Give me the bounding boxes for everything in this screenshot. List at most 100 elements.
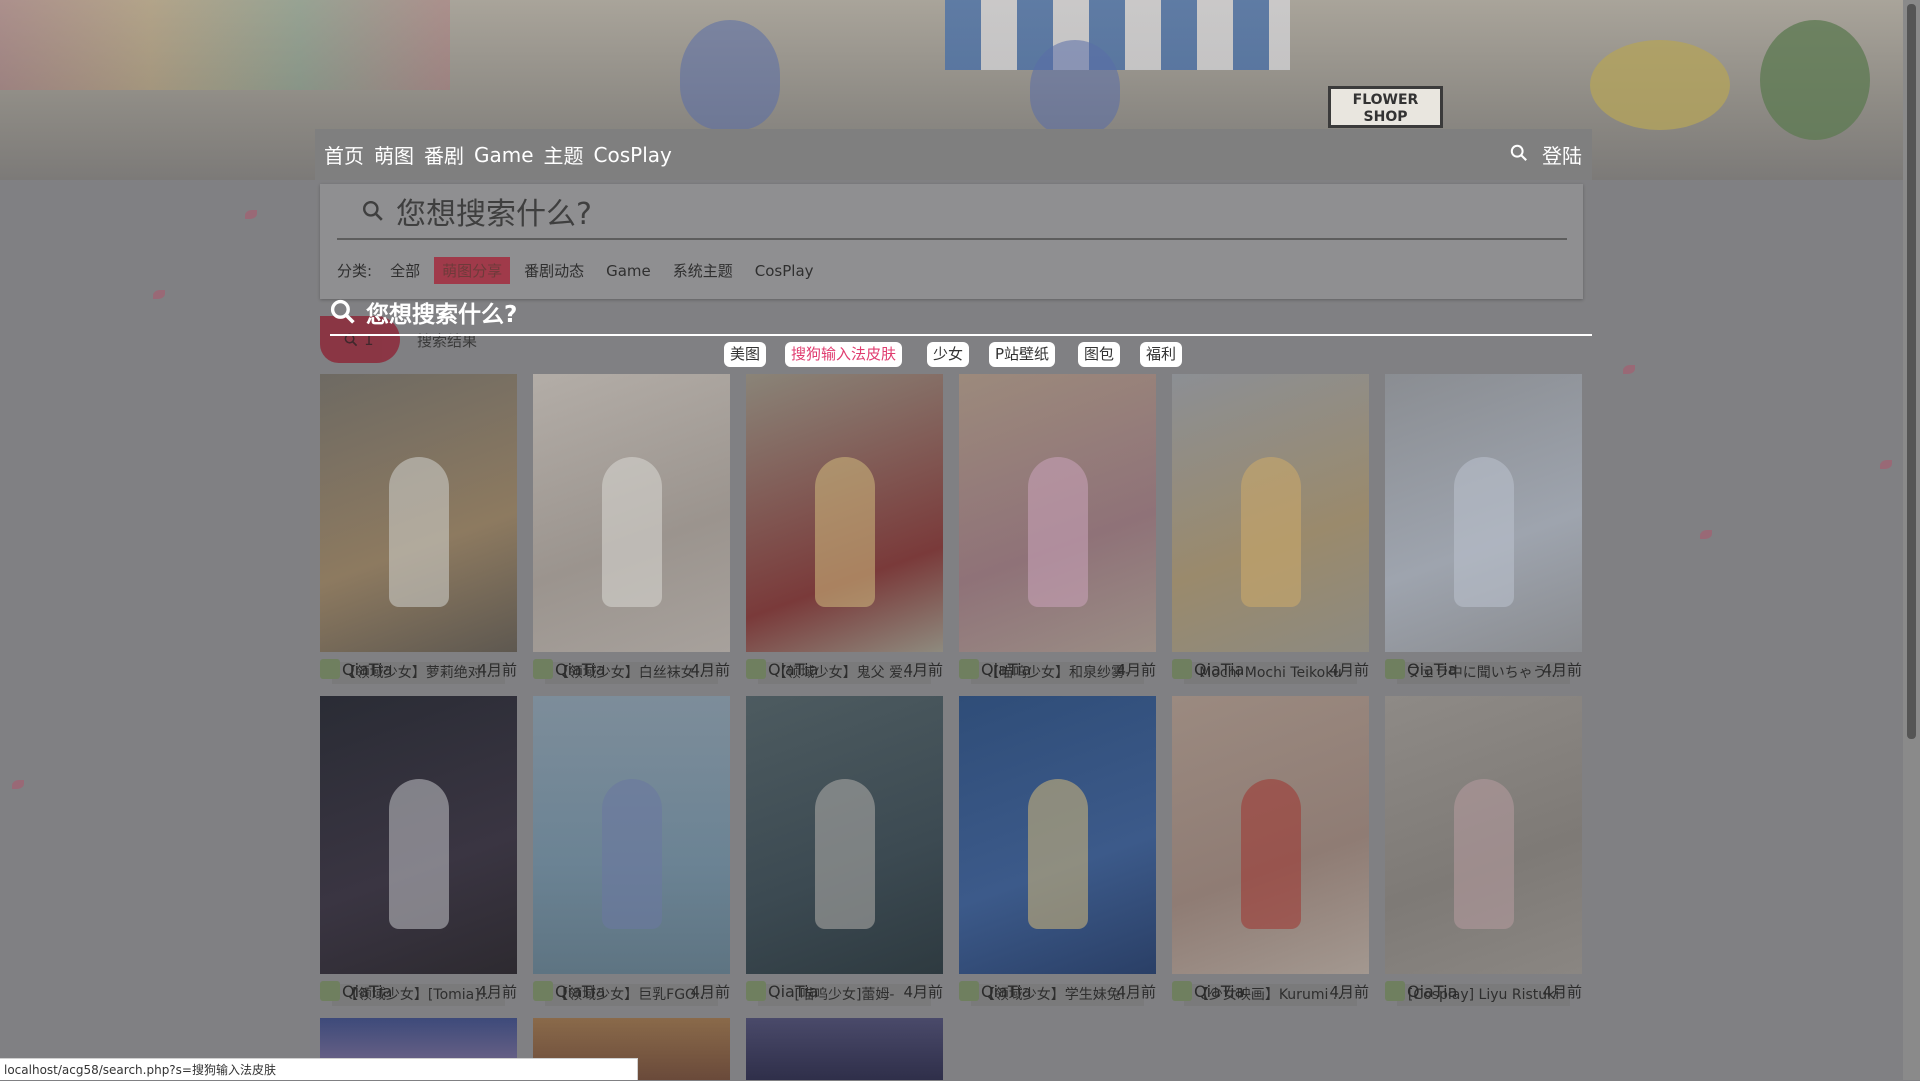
bunting-decoration — [0, 0, 450, 90]
post-thumbnail[interactable] — [533, 374, 730, 652]
avatar-icon — [320, 659, 340, 679]
flowers-decoration — [1590, 40, 1730, 130]
post-thumbnail[interactable] — [1172, 696, 1369, 974]
status-bar-url: localhost/acg58/search.php?s=搜狗输入法皮肤 — [0, 1058, 638, 1080]
post-thumbnail[interactable] — [1385, 374, 1582, 652]
search-icon — [330, 299, 355, 324]
avatar-icon — [959, 659, 979, 679]
post-card[interactable]: [Cosplay] Liyu Ristuki QiaTia 4月前 — [1385, 696, 1582, 1006]
tree-decoration — [1760, 20, 1870, 140]
post-card[interactable]: 【领域少女】学生妹兔... QiaTia 4月前 — [959, 696, 1156, 1006]
avatar-icon — [1385, 981, 1405, 1001]
category-moe-share[interactable]: 萌图分享 — [434, 257, 511, 284]
post-thumbnail[interactable] — [533, 696, 730, 974]
nav-game[interactable]: Game — [474, 143, 534, 167]
post-thumbnail[interactable] — [746, 696, 943, 974]
nav-anime[interactable]: 番剧 — [424, 140, 464, 169]
category-system-themes[interactable]: 系统主题 — [673, 260, 733, 281]
nav-cosplay[interactable]: CosPlay — [594, 143, 672, 167]
post-author[interactable]: QiaTia — [342, 982, 477, 1001]
tag-image-pack[interactable]: 图包 — [1078, 342, 1121, 367]
post-time: 4月前 — [1116, 982, 1156, 1001]
search-icon — [362, 200, 384, 222]
character-illustration — [680, 20, 780, 130]
page-scrollbar[interactable] — [1903, 0, 1920, 1080]
post-time: 4月前 — [690, 660, 730, 679]
nav-home[interactable]: 首页 — [324, 140, 364, 169]
post-time: 4月前 — [1329, 982, 1369, 1001]
tag-pixiv-wallpaper[interactable]: P站壁纸 — [989, 342, 1056, 367]
category-filter: 分类: 全部 萌图分享 番剧动态 Game 系统主题 CosPlay — [337, 257, 836, 284]
scrollbar-thumb[interactable] — [1907, 4, 1916, 739]
tag-sogou-skin[interactable]: 搜狗输入法皮肤 — [785, 342, 903, 367]
petal-decoration — [245, 210, 257, 219]
post-meta: QiaTia 4月前 — [959, 658, 1156, 680]
post-thumbnail[interactable] — [1172, 374, 1369, 652]
post-author[interactable]: QiaTia — [555, 982, 690, 1001]
tag-beauty[interactable]: 美图 — [724, 342, 767, 367]
post-meta: QiaTia 4月前 — [1385, 980, 1582, 1002]
post-author[interactable]: QiaTia — [555, 660, 690, 679]
nav-moe-images[interactable]: 萌图 — [374, 140, 414, 169]
login-link[interactable]: 登陆 — [1542, 140, 1582, 169]
petal-decoration — [153, 290, 165, 299]
top-navbar: 首页 萌图 番剧 Game 主题 CosPlay 登陆 — [315, 129, 1592, 180]
search-panel: 您想搜索什么? 分类: 全部 萌图分享 番剧动态 Game 系统主题 CosPl… — [320, 184, 1583, 299]
overlay-search-placeholder: 您想搜索什么? — [366, 302, 518, 328]
post-card[interactable]: Mochi Mochi Teikoku QiaTia 4月前 — [1172, 374, 1369, 684]
post-card[interactable]: 【领域少女】萝莉绝对... QiaTia 4月前 — [320, 374, 517, 684]
post-meta: QiaTia 4月前 — [959, 980, 1156, 1002]
avatar-icon — [1385, 659, 1405, 679]
post-card[interactable]: 【领域少女】[Tomia]... QiaTia 4月前 — [320, 696, 517, 1006]
post-thumbnail[interactable] — [746, 374, 943, 652]
post-thumbnail[interactable] — [1385, 696, 1582, 974]
category-all[interactable]: 全部 — [390, 260, 420, 281]
post-author[interactable]: QiaTia — [1194, 660, 1329, 679]
search-input[interactable]: 您想搜索什么? — [337, 184, 1567, 240]
post-thumbnail[interactable] — [320, 696, 517, 974]
post-author[interactable]: QiaTia — [768, 660, 903, 679]
flower-shop-sign: FLOWER SHOP — [1328, 86, 1443, 128]
post-author[interactable]: QiaTia — [981, 982, 1116, 1001]
post-card[interactable]: 【领域少女】白丝袜女... QiaTia 4月前 — [533, 374, 730, 684]
shop-awning-decoration — [945, 0, 1290, 70]
post-author[interactable]: QiaTia — [1194, 982, 1329, 1001]
nav-themes[interactable]: 主题 — [544, 140, 584, 169]
post-thumbnail[interactable] — [959, 696, 1156, 974]
avatar-icon — [959, 981, 979, 1001]
search-placeholder: 您想搜索什么? — [396, 197, 592, 232]
tag-girl[interactable]: 少女 — [927, 342, 970, 367]
post-author[interactable]: QiaTia — [342, 660, 477, 679]
post-meta: QiaTia 4月前 — [533, 980, 730, 1002]
post-meta: QiaTia 4月前 — [746, 658, 943, 680]
post-card[interactable]: 【少女映画】Kurumi ... QiaTia 4月前 — [1172, 696, 1369, 1006]
search-icon[interactable] — [1510, 143, 1528, 167]
post-card[interactable]: フェラ中に聞いちゃう... QiaTia 4月前 — [1385, 374, 1582, 684]
post-card[interactable]: 【领域少女】鬼父 爱... QiaTia 4月前 — [746, 374, 943, 684]
post-card[interactable]: 【喵呜少女】和泉纱雾- QiaTia 4月前 — [959, 374, 1156, 684]
avatar-icon — [1172, 659, 1192, 679]
post-thumbnail[interactable] — [959, 374, 1156, 652]
category-cosplay[interactable]: CosPlay — [755, 262, 814, 280]
post-card[interactable]: 【领域少女】巨乳FGO... QiaTia 4月前 — [533, 696, 730, 1006]
category-game[interactable]: Game — [606, 262, 651, 280]
post-time: 4月前 — [903, 660, 943, 679]
avatar-icon — [533, 659, 553, 679]
post-meta: QiaTia 4月前 — [746, 980, 943, 1002]
post-author[interactable]: QiaTia — [981, 660, 1116, 679]
petal-decoration — [12, 780, 24, 789]
post-thumbnail[interactable] — [320, 374, 517, 652]
post-meta: QiaTia 4月前 — [320, 658, 517, 680]
character-illustration — [1030, 40, 1120, 135]
post-author[interactable]: QiaTia — [1407, 982, 1542, 1001]
post-thumbnail[interactable] — [746, 1018, 943, 1080]
post-time: 4月前 — [1116, 660, 1156, 679]
post-time: 4月前 — [903, 982, 943, 1001]
post-card[interactable]: [喵呜少女]蕾姆- QiaTia 4月前 — [746, 696, 943, 1006]
post-author[interactable]: QiaTia — [1407, 660, 1542, 679]
avatar-icon — [533, 981, 553, 1001]
category-anime-news[interactable]: 番剧动态 — [524, 260, 584, 281]
post-author[interactable]: QiaTia — [768, 982, 903, 1001]
tag-welfare[interactable]: 福利 — [1140, 342, 1183, 367]
overlay-search-input[interactable]: 您想搜索什么? — [330, 290, 1592, 336]
